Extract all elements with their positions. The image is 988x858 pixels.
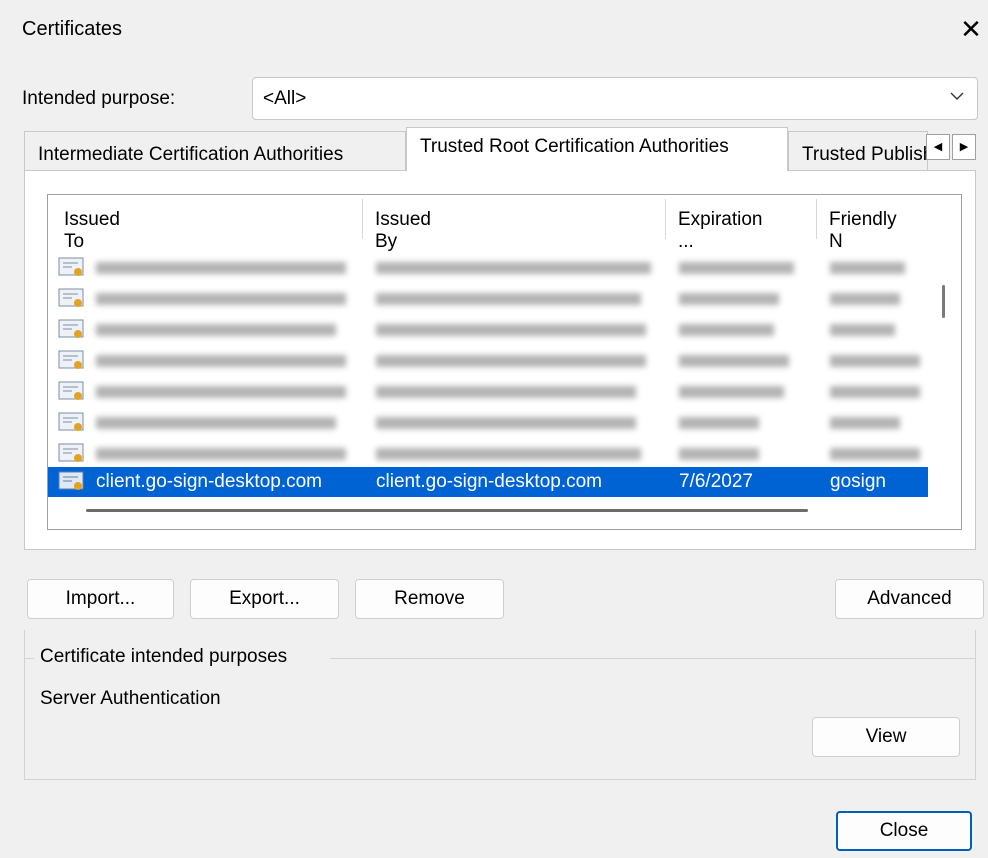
- certificate-icon: [58, 412, 84, 431]
- chevron-down-icon: [950, 92, 964, 100]
- column-expiration[interactable]: Expiration ...: [678, 209, 763, 253]
- redacted-cell: [830, 262, 905, 274]
- column-friendly-name[interactable]: Friendly N: [829, 209, 897, 253]
- certificate-icon: [58, 257, 84, 276]
- view-button[interactable]: View: [812, 717, 960, 757]
- redacted-cell: [96, 386, 346, 398]
- export-button[interactable]: Export...: [190, 579, 339, 619]
- certificate-icon: [58, 381, 84, 400]
- redacted-cell: [830, 324, 895, 336]
- redacted-cell: [830, 448, 920, 460]
- redacted-cell: [376, 417, 636, 429]
- redacted-cell: [96, 448, 346, 460]
- cell-expiration: 7/6/2027: [679, 471, 753, 492]
- table-row[interactable]: [48, 253, 928, 283]
- arrow-right-icon[interactable]: ▶: [952, 134, 976, 160]
- column-separator[interactable]: [816, 199, 817, 239]
- group-border: [24, 658, 34, 659]
- certificate-list[interactable]: Issued To Issued By Expiration ... Frien…: [47, 194, 962, 530]
- redacted-cell: [96, 293, 346, 305]
- tab-trusted-publishers[interactable]: Trusted Publishers: [788, 131, 928, 171]
- redacted-cell: [376, 293, 641, 305]
- column-issued-by[interactable]: Issued By: [375, 209, 431, 253]
- redacted-cell: [679, 293, 779, 305]
- redacted-cell: [376, 324, 646, 336]
- table-row[interactable]: [48, 346, 928, 376]
- cell-friendly-name: gosign: [830, 471, 886, 492]
- redacted-cell: [830, 386, 920, 398]
- cell-issued-by: client.go-sign-desktop.com: [376, 471, 602, 492]
- table-row[interactable]: [48, 408, 928, 438]
- cell-issued-to: client.go-sign-desktop.com: [96, 471, 322, 492]
- remove-button[interactable]: Remove: [355, 579, 504, 619]
- table-row-selected[interactable]: client.go-sign-desktop.com client.go-sig…: [48, 467, 928, 497]
- purposes-group-legend: Certificate intended purposes: [40, 646, 288, 667]
- redacted-cell: [679, 262, 794, 274]
- redacted-cell: [679, 324, 774, 336]
- close-icon[interactable]: ✕: [958, 14, 984, 44]
- import-button[interactable]: Import...: [27, 579, 174, 619]
- intended-purpose-label: Intended purpose:: [22, 88, 176, 109]
- close-button[interactable]: Close: [836, 811, 972, 851]
- table-row[interactable]: [48, 284, 928, 314]
- redacted-cell: [376, 386, 636, 398]
- tab-scroll-buttons: ◀ ▶: [926, 134, 976, 160]
- vertical-scrollbar[interactable]: [942, 285, 945, 318]
- redacted-cell: [830, 417, 900, 429]
- certificate-icon: [58, 288, 84, 307]
- redacted-cell: [96, 355, 346, 367]
- tab-trusted-root-ca[interactable]: Trusted Root Certification Authorities: [406, 127, 788, 171]
- horizontal-scrollbar[interactable]: [86, 509, 808, 512]
- intended-purpose-select[interactable]: <All>: [252, 77, 978, 120]
- redacted-cell: [96, 262, 346, 274]
- certificate-icon: [58, 319, 84, 338]
- tab-intermediate-ca[interactable]: Intermediate Certification Authorities: [24, 131, 406, 171]
- group-border: [330, 658, 976, 659]
- redacted-cell: [376, 355, 646, 367]
- dialog-title: Certificates: [22, 18, 123, 40]
- column-issued-to[interactable]: Issued To: [64, 209, 120, 253]
- table-row[interactable]: [48, 377, 928, 407]
- redacted-cell: [376, 262, 651, 274]
- certificate-icon: [58, 350, 84, 369]
- column-separator[interactable]: [665, 199, 666, 239]
- redacted-cell: [679, 355, 789, 367]
- redacted-cell: [96, 417, 336, 429]
- redacted-cell: [679, 448, 759, 460]
- arrow-left-icon[interactable]: ◀: [926, 134, 950, 160]
- redacted-cell: [679, 386, 784, 398]
- table-row[interactable]: [48, 315, 928, 345]
- redacted-cell: [96, 324, 336, 336]
- purposes-text: Server Authentication: [40, 688, 221, 709]
- redacted-cell: [830, 293, 900, 305]
- table-row[interactable]: [48, 439, 928, 469]
- redacted-cell: [376, 448, 641, 460]
- intended-purpose-value: <All>: [263, 88, 307, 109]
- redacted-cell: [679, 417, 759, 429]
- certificate-icon: [58, 443, 84, 462]
- advanced-button[interactable]: Advanced: [835, 579, 984, 619]
- redacted-cell: [830, 355, 920, 367]
- column-separator[interactable]: [362, 199, 363, 239]
- certificate-icon: [58, 471, 84, 490]
